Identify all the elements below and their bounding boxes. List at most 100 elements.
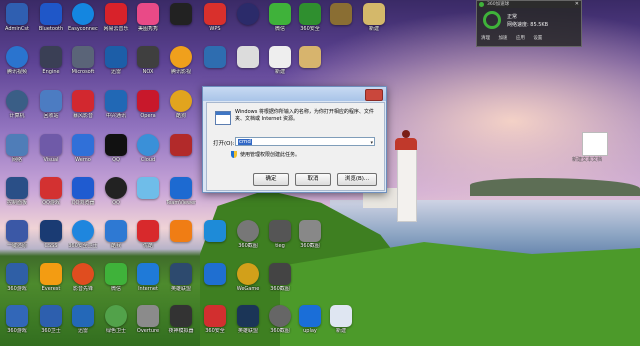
cancel-button[interactable]: 取消 (295, 173, 331, 186)
desktop-icon[interactable]: 酷狗 (166, 90, 196, 119)
desktop-icon[interactable] (166, 134, 196, 157)
app-icon (269, 46, 291, 68)
desktop-icon[interactable]: 新建 (265, 46, 295, 75)
desktop-icon[interactable] (233, 46, 263, 69)
widget-button[interactable]: 设置 (533, 36, 542, 41)
desktop-icon-label: tieg (275, 243, 285, 249)
desktop-icon-label: QQ浏览器 (71, 200, 95, 206)
desktop-icon[interactable]: Internet (133, 263, 163, 292)
desktop-icon[interactable]: 腾讯影视 (166, 46, 196, 75)
desktop-icon[interactable] (233, 3, 263, 26)
widget-button[interactable]: 清理 (481, 36, 490, 41)
desktop-icon-label: 迅雷 (77, 328, 88, 334)
desktop-icon[interactable] (200, 46, 230, 69)
desktop-icon[interactable]: QQ游戏 (36, 177, 66, 206)
desktop-icon[interactable]: 迅雷 (68, 305, 98, 334)
desktop-icon[interactable]: 英雄联盟 (233, 305, 263, 334)
desktop-icon[interactable]: 新建 (359, 3, 389, 32)
desktop-icon[interactable]: 360截图 (295, 220, 325, 249)
desktop-icon[interactable]: 优酷 (133, 220, 163, 249)
desktop-icon[interactable]: WeGame (233, 263, 263, 292)
app-icon (170, 3, 192, 25)
desktop-icon[interactable]: 迅雷 (101, 46, 131, 75)
desktop-icon[interactable]: Cloud (133, 134, 163, 163)
desktop-icon[interactable]: 微信 (101, 263, 131, 292)
desktop-icon[interactable] (326, 3, 356, 26)
desktop-icon[interactable]: 计算机 (2, 90, 32, 119)
app-icon (170, 220, 192, 242)
desktop-icon[interactable]: Engine (36, 46, 66, 75)
desktop-icon[interactable] (295, 46, 325, 69)
desktop-icon-label: 新建 (368, 26, 379, 32)
open-input[interactable]: cmd ▾ (235, 137, 375, 146)
desktop-icon[interactable]: QQ浏览器 (68, 177, 98, 206)
desktop-icon[interactable]: 暴风影音 (68, 90, 98, 119)
desktop-icon[interactable]: 360安全 (200, 305, 230, 334)
desktop-icon[interactable] (200, 263, 230, 286)
desktop-icon[interactable]: 360游戏 (2, 263, 32, 292)
desktop-icon[interactable]: 酷我 (101, 220, 131, 249)
desktop-icon[interactable]: Opera (133, 90, 163, 119)
ok-button[interactable]: 确定 (253, 173, 289, 186)
desktop-icon[interactable]: Bluetooth (36, 3, 66, 32)
speed-widget[interactable]: 360加速球 ✕ 正常 网络速度: 85.5KB 清理 加速 应用 设置 (476, 0, 582, 47)
desktop-icon[interactable]: 美图秀秀 (133, 3, 163, 32)
desktop-icon[interactable]: uplay (295, 305, 325, 334)
text-document-icon[interactable] (582, 132, 608, 156)
desktop-icon[interactable]: 360截图 (265, 263, 295, 292)
desktop-icon[interactable] (133, 177, 163, 200)
desktop-icon[interactable]: 网络 (2, 134, 32, 163)
desktop-icon[interactable]: 一键还原 (2, 220, 32, 249)
desktop-icon-label: 360安全 (300, 26, 320, 32)
app-icon (269, 3, 291, 25)
chevron-down-icon[interactable]: ▾ (370, 139, 373, 148)
desktop-icon[interactable]: 360截图 (233, 220, 263, 249)
desktop-icon[interactable] (200, 220, 230, 243)
desktop-icon[interactable]: AdminCst (2, 3, 32, 32)
widget-button[interactable]: 应用 (516, 36, 525, 41)
desktop-icon[interactable]: 腾讯视频 (2, 46, 32, 75)
desktop-icon[interactable]: QQ (101, 177, 131, 206)
desktop-icon[interactable]: 绿色卫士 (101, 305, 131, 334)
desktop-icon[interactable]: 网易云音乐 (101, 3, 131, 32)
desktop-icon[interactable]: 新建 (326, 305, 356, 334)
app-icon (170, 177, 192, 199)
desktop-icon[interactable]: TeamViewer (166, 177, 196, 206)
desktop-icon[interactable]: 360安全卫士 (68, 220, 98, 249)
widget-button[interactable]: 加速 (498, 36, 507, 41)
desktop-icon[interactable]: NOX (133, 46, 163, 75)
desktop-icon[interactable]: 控制面板 (2, 177, 32, 206)
desktop-icon[interactable]: 微信 (265, 3, 295, 32)
desktop-icon[interactable]: 影音先锋 (68, 263, 98, 292)
desktop-icon[interactable]: CSSS (36, 220, 66, 249)
desktop-icon[interactable]: Overture (133, 305, 163, 334)
close-icon[interactable]: ✕ (575, 1, 579, 8)
desktop-icon[interactable]: Microsoft (68, 46, 98, 75)
desktop-icon[interactable]: tieg (265, 220, 295, 249)
desktop-icon[interactable]: Wemo (68, 134, 98, 163)
desktop-icon-label: 微信 (274, 26, 285, 32)
dialog-titlebar[interactable] (203, 87, 386, 101)
desktop-icon[interactable]: WPS (200, 3, 230, 32)
desktop-icon[interactable]: 夜神模拟器 (166, 305, 196, 334)
close-button[interactable] (365, 89, 383, 101)
browse-button[interactable]: 浏览(B)... (337, 173, 377, 186)
desktop-icon[interactable] (166, 3, 196, 26)
desktop-icon[interactable]: 回收站 (36, 90, 66, 119)
desktop-icon[interactable]: 360安全 (295, 3, 325, 32)
desktop-icon[interactable]: Visual (36, 134, 66, 163)
app-icon (105, 220, 127, 242)
desktop-icon[interactable] (166, 220, 196, 243)
desktop-icon[interactable]: 360卫士 (36, 305, 66, 334)
desktop-icon-label: CSSS (44, 243, 58, 249)
desktop-icon[interactable]: Everest (36, 263, 66, 292)
desktop-icon[interactable]: 英雄联盟 (166, 263, 196, 292)
desktop-icon-label: 腾讯视频 (6, 69, 27, 75)
desktop-icon[interactable]: 中兴通讯 (101, 90, 131, 119)
app-icon (72, 3, 94, 25)
desktop-icon[interactable]: 360游戏 (2, 305, 32, 334)
desktop-icon[interactable]: 360截图 (265, 305, 295, 334)
desktop-icon[interactable]: Easyconnect (68, 3, 98, 32)
desktop-icon[interactable]: QQ (101, 134, 131, 163)
desktop-icon-label: QQ (112, 157, 120, 163)
